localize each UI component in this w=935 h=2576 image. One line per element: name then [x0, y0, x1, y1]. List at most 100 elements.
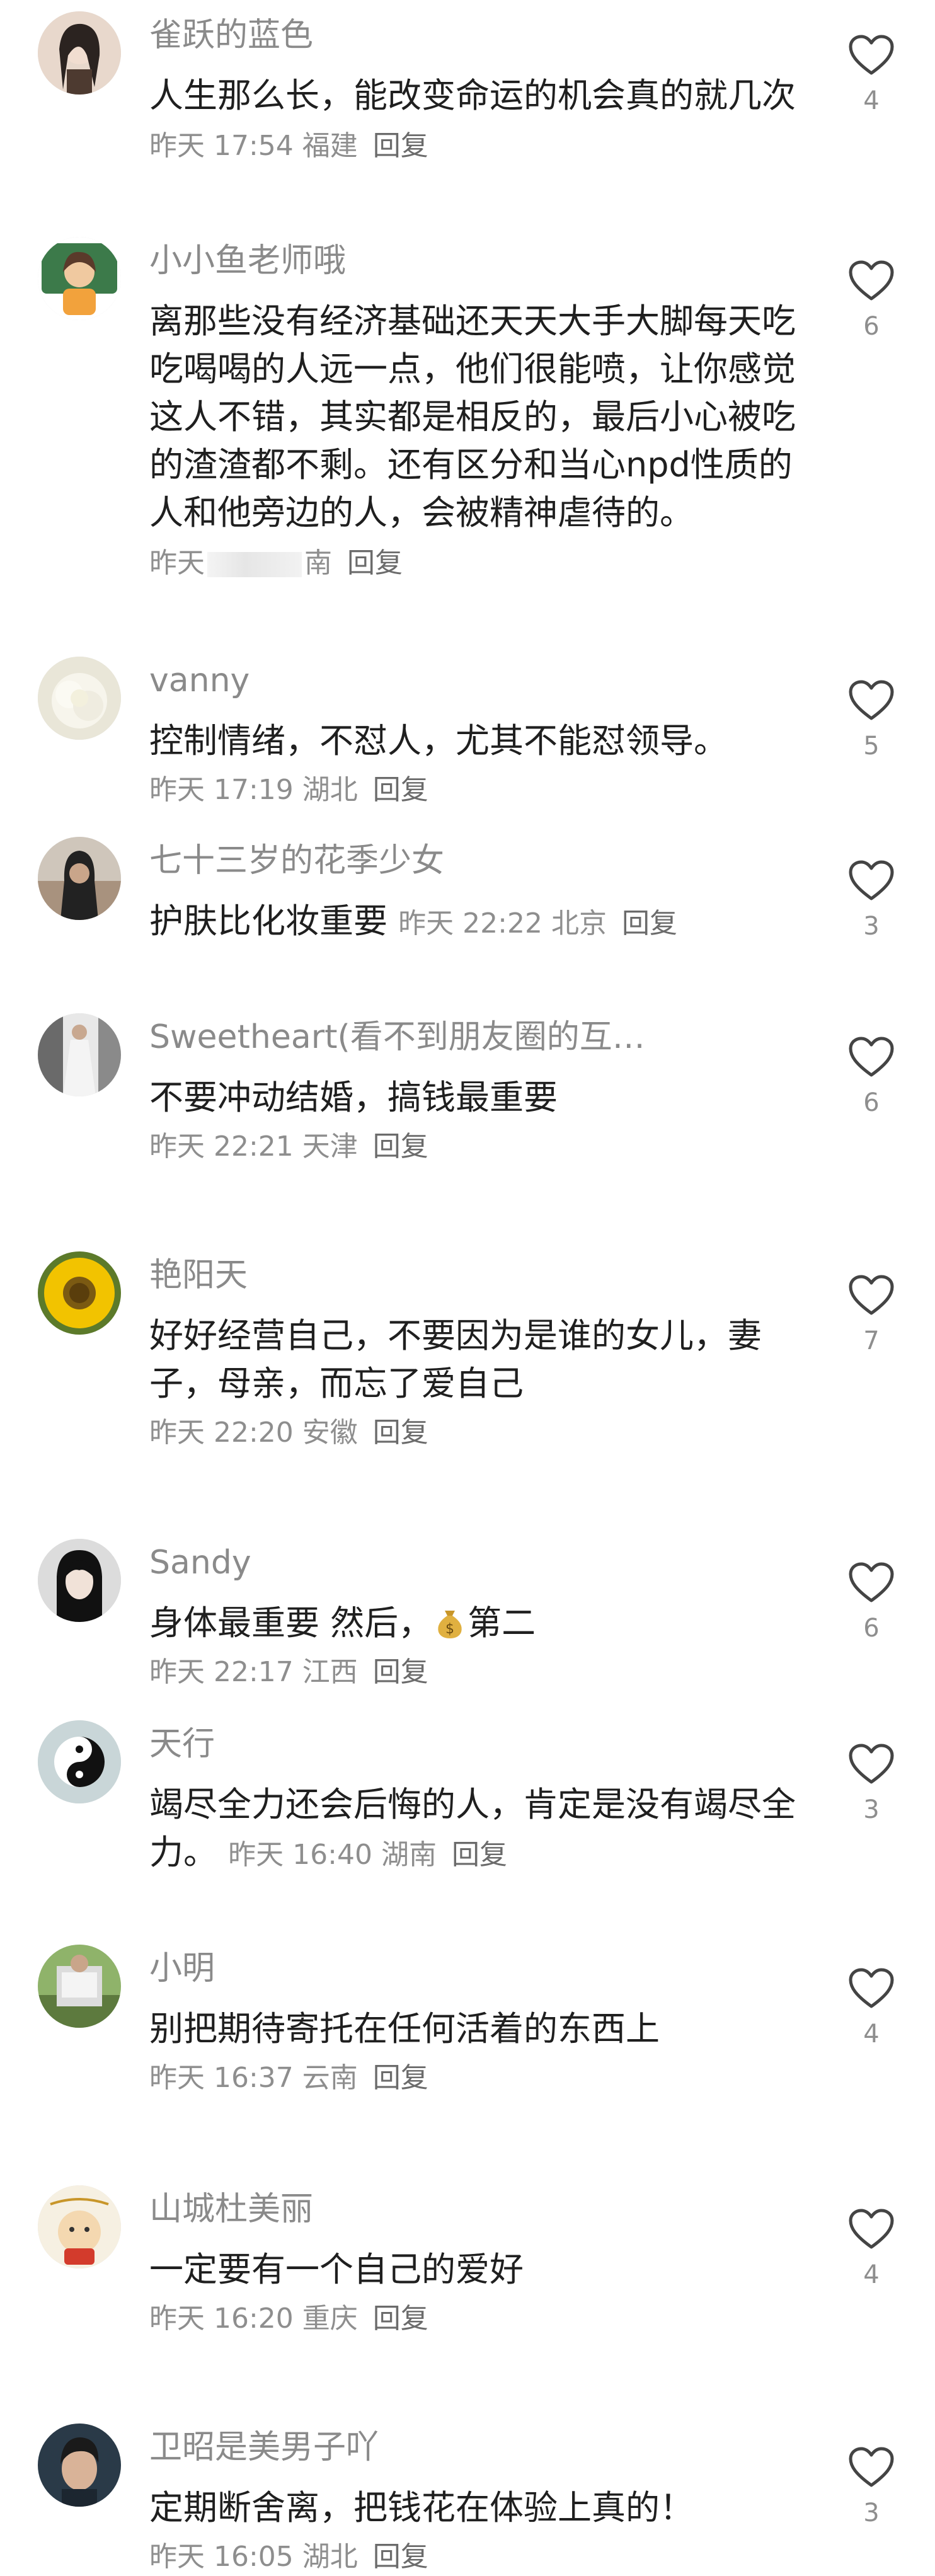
username[interactable]: Sandy	[149, 1543, 729, 1583]
username[interactable]: 天行	[149, 1724, 729, 1764]
reply-button[interactable]: 回复	[373, 774, 428, 806]
username[interactable]: 小小鱼老师哦	[149, 241, 729, 281]
heart-outline-icon	[849, 35, 894, 75]
comment-text: 离那些没有经济基础还天天大手大脚每天吃吃喝喝的人远一点，他们很能喷，让你感觉这人…	[149, 297, 823, 587]
comment-content: 一定要有一个自己的爱好	[149, 2250, 524, 2289]
comment-meta: 昨天 16:05 湖北 回复	[149, 2539, 428, 2575]
username[interactable]: 艳阳天	[149, 1255, 729, 1296]
comment-text: 控制情绪，不怼人，尤其不能怼领导。	[149, 717, 823, 765]
comment-content: 身体最重要 然后，	[149, 1603, 433, 1643]
like-button[interactable]: 4	[844, 2208, 898, 2290]
like-count: 4	[863, 2020, 880, 2049]
comment-location: 湖北	[302, 2541, 358, 2573]
avatar[interactable]	[38, 11, 121, 95]
username[interactable]: 卫昭是美男子吖	[149, 2427, 729, 2468]
avatar[interactable]	[38, 237, 121, 320]
avatar[interactable]	[38, 657, 121, 740]
comment-text: 别把期待寄托在任何活着的东西上	[149, 2005, 823, 2053]
comment-text: 人生那么长，能改变命运的机会真的就几次 昨天 17:54 福建 回复	[149, 72, 823, 170]
heart-outline-icon	[849, 860, 894, 900]
redacted-mask	[207, 552, 302, 577]
username[interactable]: vanny	[149, 660, 729, 701]
comment-time: 昨天 22:20	[149, 1417, 294, 1449]
comment-time: 昨天 16:40	[228, 1839, 372, 1871]
like-button[interactable]: 3	[844, 860, 898, 941]
avatar[interactable]	[38, 1251, 121, 1335]
comment-content: 别把期待寄托在任何活着的东西上	[149, 2009, 660, 2049]
heart-outline-icon	[849, 2209, 894, 2249]
like-count: 7	[863, 1326, 880, 1355]
comment-time: 昨天 16:05	[149, 2541, 294, 2573]
like-count: 6	[863, 1614, 880, 1643]
username[interactable]: 雀跃的蓝色	[149, 15, 729, 55]
like-button[interactable]: 4	[844, 34, 898, 116]
comment-meta: 昨天 16:40 湖南 回复	[228, 1839, 507, 1871]
comment-meta: 昨天 22:20 安徽 回复	[149, 1415, 428, 1451]
avatar[interactable]	[38, 1945, 121, 2028]
comment-time: 昨天 16:37	[149, 2062, 294, 2094]
like-count: 6	[863, 312, 880, 341]
like-count: 6	[863, 1088, 880, 1117]
like-button[interactable]: 7	[844, 1274, 898, 1356]
avatar[interactable]	[38, 2185, 121, 2268]
comment-content: 定期断舍离，把钱花在体验上真的！	[149, 2488, 694, 2527]
reply-button[interactable]: 回复	[373, 130, 428, 162]
comment-content: 人生那么长，能改变命运的机会真的就几次	[149, 76, 796, 115]
like-button[interactable]: 3	[844, 1743, 898, 1825]
like-count: 3	[863, 912, 880, 941]
comment-location: 天津	[302, 1130, 358, 1163]
comment-meta: 昨天 22:21 天津 回复	[149, 1129, 428, 1164]
username[interactable]: 山城杜美丽	[149, 2189, 729, 2229]
username[interactable]: 小明	[149, 1948, 729, 1989]
comment-text: 身体最重要 然后， $ 第二	[149, 1599, 823, 1647]
like-button[interactable]: 3	[844, 2446, 898, 2528]
avatar[interactable]	[38, 1720, 121, 1803]
comment-meta: 昨天 16:20 重庆 回复	[149, 2301, 428, 2337]
heart-outline-icon	[849, 260, 894, 301]
username[interactable]: Sweetheart(看不到朋友圈的互…	[149, 1017, 729, 1057]
like-button[interactable]: 6	[844, 1561, 898, 1643]
avatar[interactable]	[38, 1539, 121, 1622]
reply-button[interactable]: 回复	[373, 1656, 428, 1688]
comment-time: 昨天 22:21	[149, 1130, 294, 1163]
reply-button[interactable]: 回复	[622, 907, 677, 940]
avatar[interactable]	[38, 837, 121, 920]
avatar[interactable]	[38, 1013, 121, 1096]
comment-meta: 昨天 16:37 云南 回复	[149, 2061, 428, 2096]
like-button[interactable]: 5	[844, 679, 898, 761]
like-count: 4	[863, 86, 880, 115]
heart-outline-icon	[849, 680, 894, 720]
reply-button[interactable]: 回复	[373, 1417, 428, 1449]
username[interactable]: 七十三岁的花季少女	[149, 841, 729, 881]
comment-content-suffix: 第二	[468, 1603, 536, 1643]
svg-text:$: $	[445, 1621, 454, 1637]
avatar[interactable]	[38, 2424, 121, 2507]
comment-time: 昨天 22:17	[149, 1656, 294, 1688]
reply-button[interactable]: 回复	[452, 1839, 507, 1871]
reply-button[interactable]: 回复	[373, 1130, 428, 1163]
comment-content: 护肤比化妆重要	[149, 901, 387, 941]
comment-location: 南	[304, 547, 332, 579]
heart-outline-icon	[849, 1744, 894, 1784]
like-button[interactable]: 4	[844, 1967, 898, 2049]
reply-button[interactable]: 回复	[373, 2541, 428, 2573]
comment-text: 竭尽全力还会后悔的人，肯定是没有竭尽全力。 昨天 16:40 湖南 回复	[149, 1781, 823, 1879]
like-button[interactable]: 6	[844, 1036, 898, 1118]
like-count: 5	[863, 732, 880, 761]
comment-content: 控制情绪，不怼人，尤其不能怼领导。	[149, 721, 728, 761]
comment-location: 云南	[302, 2062, 358, 2094]
reply-button[interactable]: 回复	[347, 547, 403, 579]
comment-meta: 昨天 17:19 湖北 回复	[149, 773, 428, 808]
heart-outline-icon	[849, 2447, 894, 2487]
like-button[interactable]: 6	[844, 260, 898, 342]
heart-outline-icon	[849, 1968, 894, 2008]
comment-content: 不要冲动结婚，搞钱最重要	[149, 1078, 558, 1117]
comment-content: 离那些没有经济基础还天天大手大脚每天吃吃喝喝的人远一点，他们很能喷，让你感觉这人…	[149, 301, 796, 532]
comment-location: 重庆	[302, 2303, 358, 2335]
comment-time: 昨天 22:22	[398, 907, 542, 940]
comment-time: 昨天 17:54	[149, 130, 294, 162]
comment-meta: 昨天 南回复	[149, 547, 403, 579]
reply-button[interactable]: 回复	[373, 2303, 428, 2335]
comment-text: 一定要有一个自己的爱好	[149, 2246, 823, 2294]
reply-button[interactable]: 回复	[373, 2062, 428, 2094]
